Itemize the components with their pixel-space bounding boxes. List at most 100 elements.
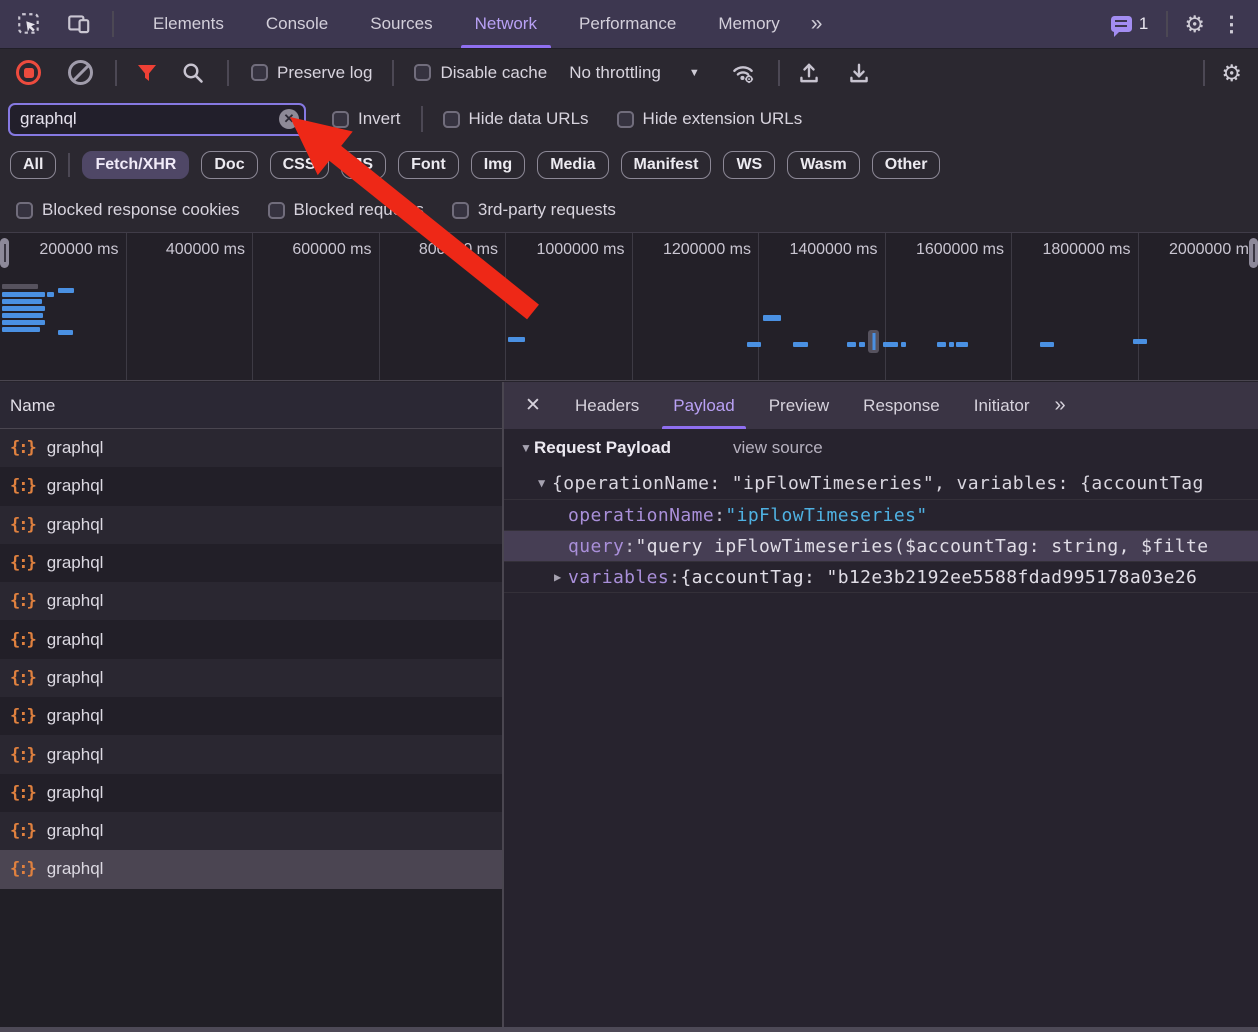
request-row[interactable]: {:}graphql <box>0 735 502 773</box>
filter-input[interactable] <box>8 103 306 136</box>
export-har-icon[interactable] <box>846 60 872 86</box>
payload-row-variables[interactable]: ▶variables: {accountTag: "b12e3b2192ee55… <box>504 562 1258 593</box>
blocked-response-cookies-label[interactable]: Blocked response cookies <box>42 200 240 220</box>
disable-cache-checkbox[interactable] <box>414 64 431 81</box>
inspect-element-icon[interactable] <box>14 9 44 39</box>
payload-row-query[interactable]: query: "query ipFlowTimeseries($accountT… <box>504 531 1258 562</box>
payload-rows: operationName: "ipFlowTimeseries"query: … <box>504 500 1258 593</box>
json-braces-icon: {:} <box>10 515 35 535</box>
caret-down-icon[interactable]: ▼ <box>520 441 534 455</box>
request-name-label: graphql <box>47 630 104 650</box>
divider <box>1166 11 1168 37</box>
request-row[interactable]: {:}graphql <box>0 812 502 850</box>
preserve-log-label[interactable]: Preserve log <box>277 63 372 83</box>
network-overview-timeline[interactable]: 200000 ms400000 ms600000 ms800000 ms1000… <box>0 232 1258 381</box>
timeline-tick: 2000000 ms <box>1139 233 1258 380</box>
request-name-label: graphql <box>47 438 104 458</box>
timeline-tick: 800000 ms <box>380 233 507 380</box>
issues-count[interactable]: 1 <box>1139 14 1148 34</box>
filter-chip-other[interactable]: Other <box>872 151 941 179</box>
request-row[interactable]: {:}graphql <box>0 582 502 620</box>
hide-extension-urls-label[interactable]: Hide extension URLs <box>643 109 803 129</box>
details-tab-response[interactable]: Response <box>846 382 957 429</box>
request-timing-bar <box>2 284 38 289</box>
issues-bubble-icon[interactable] <box>1111 16 1132 32</box>
filter-chip-fetch-xhr[interactable]: Fetch/XHR <box>82 151 189 179</box>
network-conditions-icon[interactable] <box>730 60 756 86</box>
tab-memory[interactable]: Memory <box>697 0 800 48</box>
more-panels-icon[interactable]: » <box>801 0 833 48</box>
request-name-label: graphql <box>47 706 104 726</box>
timeline-left-handle[interactable] <box>0 238 9 268</box>
timeline-right-handle[interactable] <box>1249 238 1258 268</box>
filter-chip-manifest[interactable]: Manifest <box>621 151 712 179</box>
third-party-requests-checkbox[interactable] <box>452 202 469 219</box>
filter-chip-js[interactable]: JS <box>341 151 387 179</box>
filter-chip-ws[interactable]: WS <box>723 151 775 179</box>
request-row[interactable]: {:}graphql <box>0 697 502 735</box>
network-filter-row: ✕ Invert Hide data URLs Hide extension U… <box>0 96 1258 142</box>
clear-filter-icon[interactable]: ✕ <box>279 109 299 129</box>
clear-network-log-icon[interactable] <box>68 60 93 85</box>
request-row[interactable]: {:}graphql <box>0 506 502 544</box>
timeline-tick: 1000000 ms <box>506 233 633 380</box>
invert-checkbox[interactable] <box>332 111 349 128</box>
caret-down-icon[interactable]: ▼ <box>538 476 552 490</box>
hide-extension-urls-checkbox[interactable] <box>617 111 634 128</box>
preserve-log-checkbox[interactable] <box>251 64 268 81</box>
request-row[interactable]: {:}graphql <box>0 774 502 812</box>
filter-chip-font[interactable]: Font <box>398 151 459 179</box>
tab-elements[interactable]: Elements <box>132 0 245 48</box>
name-column-header[interactable]: Name <box>0 382 502 429</box>
request-row[interactable]: {:}graphql <box>0 429 502 467</box>
filter-funnel-icon[interactable] <box>135 61 159 85</box>
request-row[interactable]: {:}graphql <box>0 659 502 697</box>
filter-chip-img[interactable]: Img <box>471 151 525 179</box>
throttling-value: No throttling <box>569 63 661 83</box>
filter-chip-all[interactable]: All <box>10 151 56 179</box>
request-timing-bar <box>847 342 856 347</box>
tab-performance[interactable]: Performance <box>558 0 697 48</box>
search-icon[interactable] <box>181 61 205 85</box>
request-row[interactable]: {:}graphql <box>0 544 502 582</box>
filter-chip-wasm[interactable]: Wasm <box>787 151 860 179</box>
filter-chip-doc[interactable]: Doc <box>201 151 257 179</box>
blocked-requests-checkbox[interactable] <box>268 202 285 219</box>
tab-console[interactable]: Console <box>245 0 349 48</box>
details-tab-headers[interactable]: Headers <box>558 382 656 429</box>
device-toolbar-icon[interactable] <box>64 9 94 39</box>
view-source-link[interactable]: view source <box>733 438 823 458</box>
details-tab-preview[interactable]: Preview <box>752 382 846 429</box>
filter-chip-css[interactable]: CSS <box>270 151 329 179</box>
details-tab-initiator[interactable]: Initiator <box>957 382 1047 429</box>
invert-label[interactable]: Invert <box>358 109 401 129</box>
request-row[interactable]: {:}graphql <box>0 620 502 658</box>
hide-data-urls-checkbox[interactable] <box>443 111 460 128</box>
blocked-response-cookies-checkbox[interactable] <box>16 202 33 219</box>
tab-network[interactable]: Network <box>454 0 558 48</box>
close-icon[interactable]: ✕ <box>518 391 548 421</box>
timeline-tick: 1800000 ms <box>1012 233 1139 380</box>
caret-right-icon[interactable]: ▶ <box>554 570 568 584</box>
blocked-requests-label[interactable]: Blocked requests <box>294 200 424 220</box>
third-party-requests-label[interactable]: 3rd-party requests <box>478 200 616 220</box>
settings-gear-icon[interactable]: ⚙ <box>1184 9 1205 39</box>
request-timing-bar <box>2 327 40 332</box>
more-options-icon[interactable]: ⋮ <box>1221 12 1242 37</box>
hide-data-urls-label[interactable]: Hide data URLs <box>469 109 589 129</box>
disable-cache-label[interactable]: Disable cache <box>440 63 547 83</box>
record-network-log-icon[interactable] <box>16 60 41 85</box>
network-settings-gear-icon[interactable]: ⚙ <box>1221 58 1242 88</box>
timeline-tick: 1600000 ms <box>886 233 1013 380</box>
more-details-tabs-icon[interactable]: » <box>1046 394 1073 417</box>
tab-sources[interactable]: Sources <box>349 0 453 48</box>
throttling-select[interactable]: No throttling ▼ <box>569 63 700 83</box>
filter-chip-media[interactable]: Media <box>537 151 608 179</box>
payload-row-operationname[interactable]: operationName: "ipFlowTimeseries" <box>504 500 1258 531</box>
payload-view: ▼ Request Payload view source ▼ {operati… <box>504 429 1258 593</box>
request-row[interactable]: {:}graphql <box>0 850 502 888</box>
request-row[interactable]: {:}graphql <box>0 467 502 505</box>
import-har-icon[interactable] <box>796 60 822 86</box>
details-tab-payload[interactable]: Payload <box>656 382 751 429</box>
payload-root-preview[interactable]: ▼ {operationName: "ipFlowTimeseries", va… <box>504 467 1258 500</box>
